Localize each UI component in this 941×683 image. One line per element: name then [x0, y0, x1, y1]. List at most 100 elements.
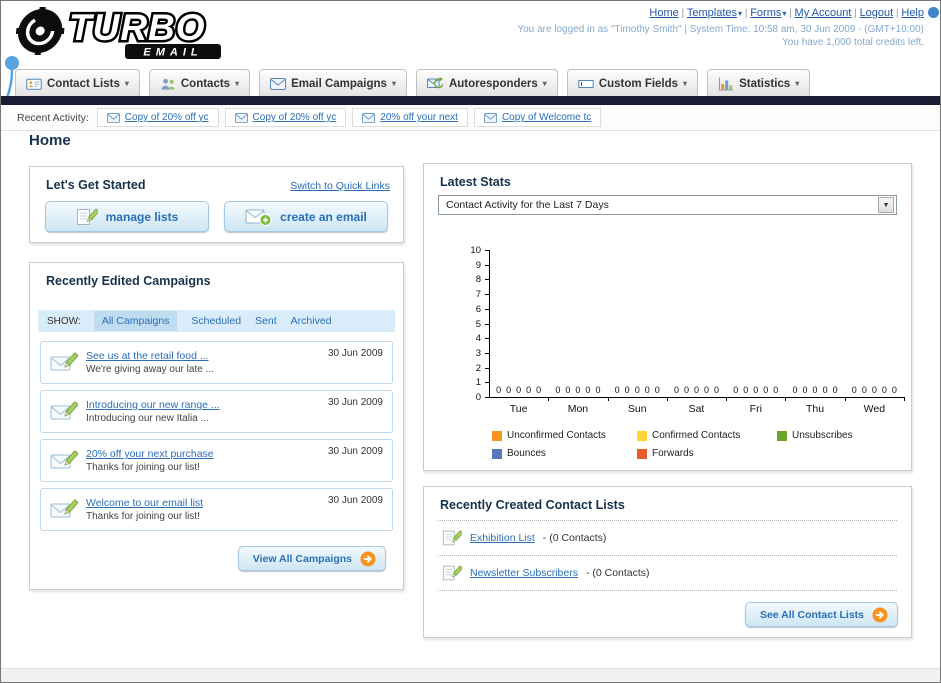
tab-autoresponders[interactable]: Autoresponders ▾ [415, 69, 558, 97]
chart-value-labels: 00000 [845, 385, 904, 395]
chart-value-label: 0 [496, 385, 502, 395]
tab-label: Contacts [180, 77, 231, 90]
chart-value-label: 0 [861, 385, 867, 395]
top-link-templates[interactable]: Templates [687, 7, 737, 19]
campaign-filter-bar: SHOW: All Campaigns Scheduled Sent Archived [38, 310, 395, 332]
recent-activity-link[interactable]: Copy of 20% off yc [125, 112, 209, 123]
button-label: manage lists [105, 209, 179, 224]
see-all-contact-lists-button[interactable]: See All Contact Lists [744, 602, 898, 627]
legend-label: Unconfirmed Contacts [507, 430, 606, 441]
campaign-title-link[interactable]: See us at the retail food ... [86, 350, 214, 362]
separator: | [851, 8, 860, 19]
get-started-buttons: manage lists create an email [45, 201, 388, 232]
nav-divider-bar [1, 96, 940, 105]
chart-value-label: 0 [733, 385, 739, 395]
contact-list-row[interactable]: Exhibition List - (0 Contacts) [438, 521, 897, 556]
recent-activity-item[interactable]: 20% off your next [352, 108, 468, 127]
filter-scheduled[interactable]: Scheduled [191, 315, 241, 327]
view-all-campaigns-label: View All Campaigns [252, 552, 352, 565]
chart-y-tick [485, 294, 489, 296]
contact-list-link[interactable]: Exhibition List [470, 532, 535, 544]
chart-y-tick [485, 323, 489, 325]
top-link-logout[interactable]: Logout [860, 7, 894, 19]
campaign-row[interactable]: Welcome to our email list Thanks for join… [40, 488, 393, 531]
logo-text-email: EMAIL [143, 47, 202, 59]
legend-item: Forwards [637, 448, 777, 459]
legend-swatch [492, 448, 502, 459]
filter-sent[interactable]: Sent [255, 315, 277, 327]
contact-list-count: - (0 Contacts) [542, 532, 607, 544]
filter-all-campaigns[interactable]: All Campaigns [93, 311, 178, 331]
turbo-email-logo[interactable]: TURBO EMAIL [7, 4, 245, 65]
top-link-home[interactable]: Home [649, 7, 678, 19]
chart-category-label: Wed [863, 403, 886, 415]
chart-y-tick [485, 382, 489, 384]
tab-contact-lists[interactable]: Contact Lists ▾ [15, 69, 140, 97]
envelope-pencil-icon [50, 449, 78, 472]
envelope-icon [362, 112, 376, 123]
contacts-icon [160, 76, 176, 92]
top-nav-links: Home | Templates▾ | Forms▾ | My Account … [517, 7, 924, 19]
stats-chart: 0 1 2 3 4 5 6 7 8 9 10 0 0 0 0 0 Tue 0 0 0 0 0 Mon 0 0 0 0 0 Sun 0 0 0 0… [434, 222, 905, 422]
create-an-email-button[interactable]: create an email [224, 201, 388, 232]
top-link-help[interactable]: Help [901, 7, 924, 19]
campaign-title-link[interactable]: Welcome to our email list [86, 497, 203, 509]
recent-activity-link[interactable]: 20% off your next [380, 112, 458, 123]
campaign-date: 30 Jun 2009 [327, 446, 383, 457]
chart-value-label: 0 [773, 385, 779, 395]
recent-activity-link[interactable]: Copy of Welcome tc [502, 112, 591, 123]
switch-quick-links[interactable]: Switch to Quick Links [290, 180, 390, 192]
recent-activity-item[interactable]: Copy of 20% off yc [224, 108, 347, 127]
tab-statistics[interactable]: Statistics ▾ [707, 69, 811, 97]
chevron-down-icon: ▼ [878, 197, 894, 213]
chart-y-tick [485, 308, 489, 310]
campaigns-panel: Recently Edited Campaigns SHOW: All Camp… [29, 262, 404, 590]
campaign-row[interactable]: 20% off your next purchase Thanks for joi… [40, 439, 393, 482]
chart-y-tick-label: 2 [475, 362, 481, 374]
view-all-campaigns-button[interactable]: View All Campaigns [237, 546, 386, 571]
manage-lists-button[interactable]: manage lists [45, 201, 209, 232]
recent-activity-item[interactable]: Copy of 20% off yc [96, 108, 219, 127]
campaign-date: 30 Jun 2009 [327, 348, 383, 359]
contact-list-row[interactable]: Newsletter Subscribers - (0 Contacts) [438, 556, 897, 591]
tab-contacts[interactable]: Contacts ▾ [148, 69, 251, 97]
chart-value-label: 0 [812, 385, 818, 395]
tab-email-campaigns[interactable]: Email Campaigns ▾ [259, 69, 407, 97]
campaign-row[interactable]: Introducing our new range ... Introducing… [40, 390, 393, 433]
top-link-forms[interactable]: Forms [750, 7, 781, 19]
contact-list-link[interactable]: Newsletter Subscribers [470, 567, 578, 579]
chart-x-tick [666, 397, 668, 401]
recent-activity-item[interactable]: Copy of Welcome tc [473, 108, 602, 127]
tab-label: Contact Lists [47, 77, 120, 90]
legend-swatch [492, 430, 502, 441]
chart-value-label: 0 [654, 385, 660, 395]
chart-value-label: 0 [832, 385, 838, 395]
recent-activity-link[interactable]: Copy of 20% off yc [253, 112, 337, 123]
tab-custom-fields[interactable]: Custom Fields ▾ [566, 69, 699, 97]
top-link-my-account[interactable]: My Account [795, 7, 852, 19]
chart-value-label: 0 [714, 385, 720, 395]
tab-label: Statistics [739, 77, 791, 90]
filter-archived[interactable]: Archived [291, 315, 332, 327]
arrow-circle-icon [360, 551, 376, 567]
contact-list-count: - (0 Contacts) [585, 567, 650, 579]
chart-y-tick-label: 10 [470, 245, 481, 256]
tab-label: Autoresponders [448, 77, 538, 90]
campaign-subtitle: Thanks for joining our list! [86, 462, 200, 473]
separator: | [786, 8, 795, 19]
stats-activity-dropdown[interactable]: Contact Activity for the Last 7 Days ▼ [438, 195, 897, 215]
campaign-row[interactable]: See us at the retail food ... We're givin… [40, 341, 393, 384]
chart-y-tick-label: 4 [475, 333, 481, 345]
chart-y-tick-label: 5 [475, 318, 481, 330]
chart-value-label: 0 [703, 385, 709, 395]
chevron-down-icon: ▾ [683, 79, 688, 88]
campaign-title-link[interactable]: 20% off your next purchase [86, 448, 214, 460]
envelope-icon [483, 112, 497, 123]
tab-label: Email Campaigns [291, 77, 387, 90]
recent-activity-items: Copy of 20% off yc Copy of 20% off yc 20% … [96, 108, 602, 127]
chart-value-label: 0 [763, 385, 769, 395]
campaign-title-link[interactable]: Introducing our new range ... [86, 399, 220, 411]
chevron-down-icon: ▾ [124, 79, 129, 88]
list-pencil-icon [442, 528, 462, 548]
chart-value-label: 0 [595, 385, 601, 395]
